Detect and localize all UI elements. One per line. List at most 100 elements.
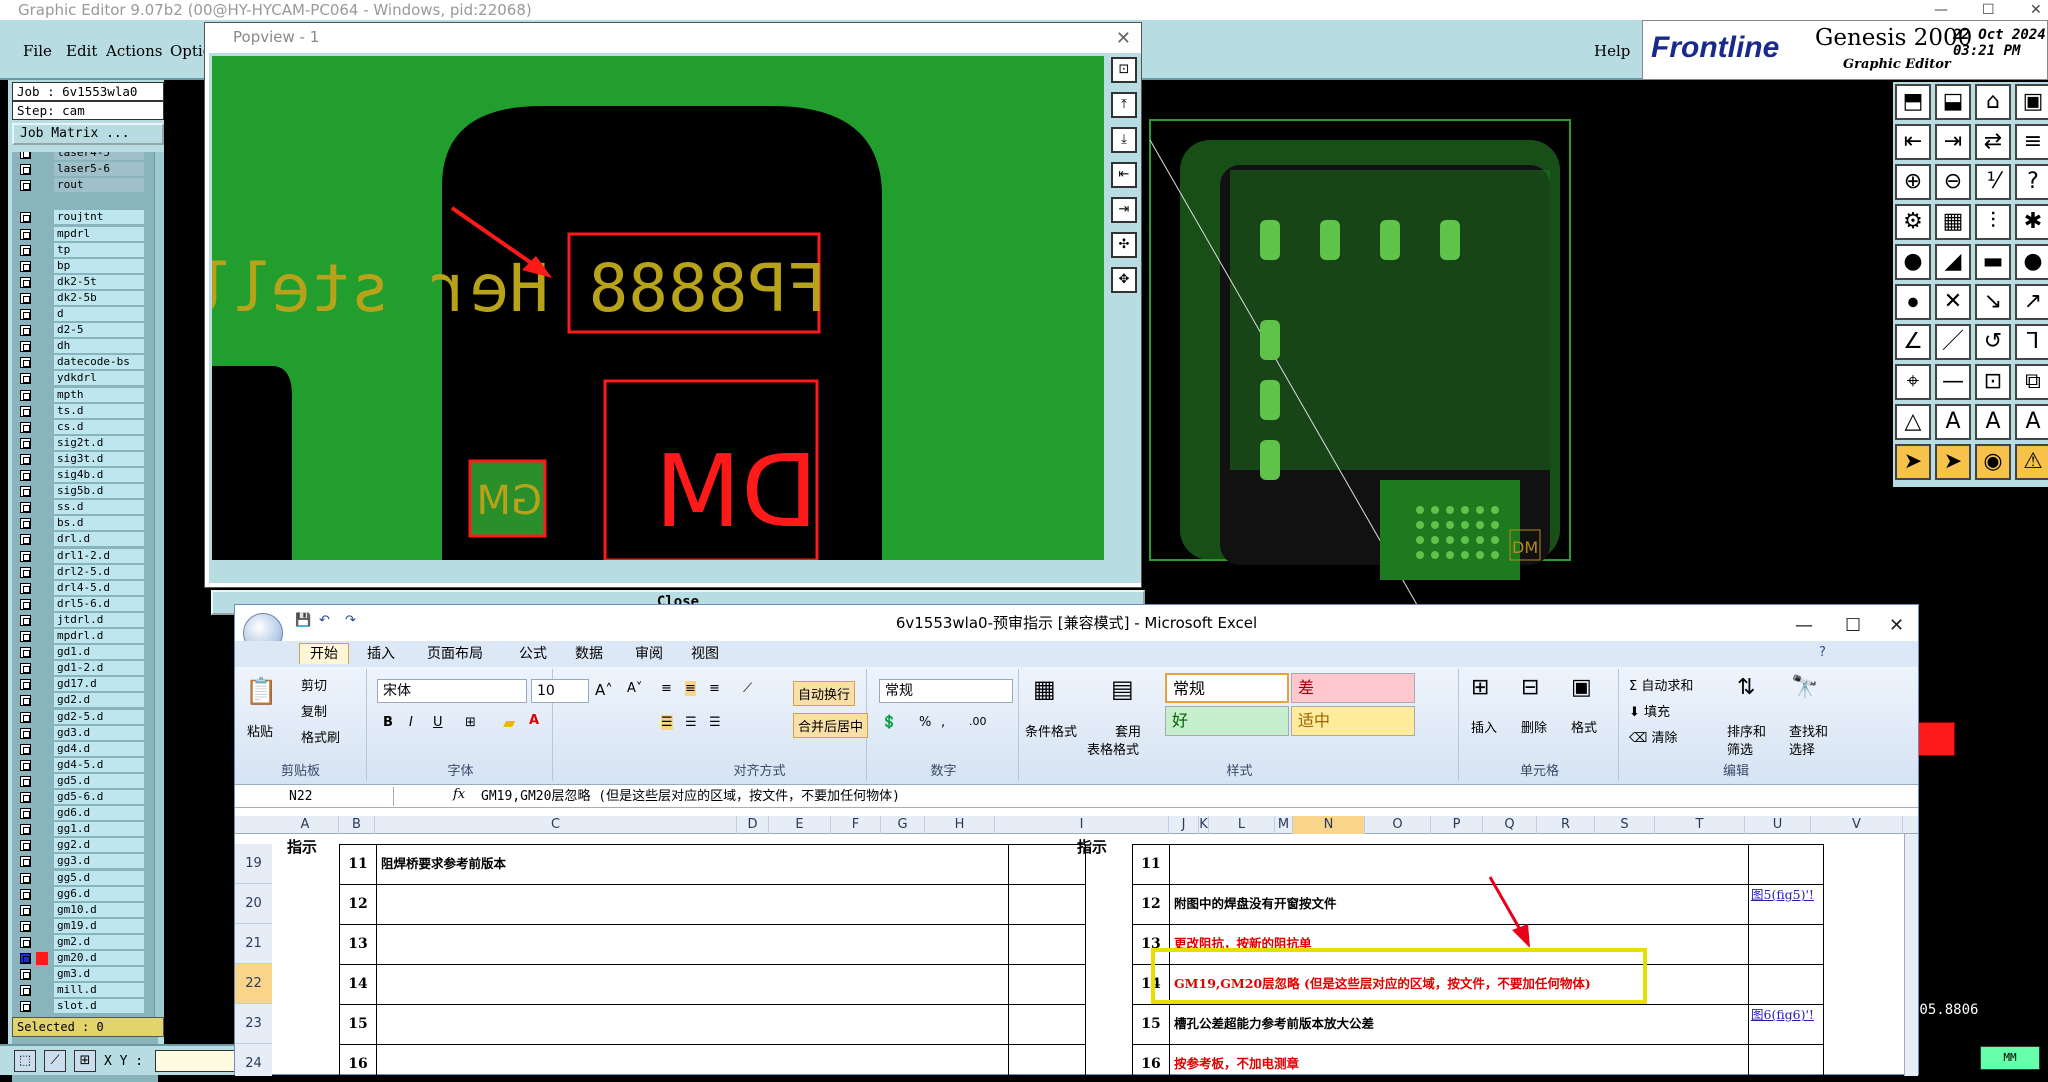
layer-checkbox[interactable]	[20, 936, 31, 948]
column-header[interactable]: D	[737, 816, 769, 834]
paste-icon[interactable]: 📋	[245, 677, 277, 707]
layer-checkbox[interactable]	[20, 518, 31, 530]
grow-font-icon[interactable]: A˄	[595, 681, 613, 699]
layer-name[interactable]: drl1-2.d	[54, 548, 144, 563]
left-item-number[interactable]: 14	[339, 964, 377, 1005]
row-header[interactable]: 22	[235, 964, 272, 1004]
sort-filter-button-line2[interactable]: 筛选	[1727, 739, 1753, 758]
layer-row[interactable]: gd4.d	[12, 741, 152, 757]
wrap-text-button[interactable]: 自动换行	[793, 681, 856, 706]
ribbon-tab[interactable]: 视图	[691, 645, 719, 663]
layer-name[interactable]: dk2-5b	[54, 290, 144, 305]
row-header[interactable]: 23	[235, 1004, 272, 1044]
minimize-icon[interactable]: —	[1795, 608, 1813, 644]
layer-checkbox[interactable]	[20, 888, 31, 900]
tool-11-icon[interactable]: ⅟	[1975, 164, 2011, 200]
align-center-icon[interactable]: ☰	[685, 715, 697, 730]
ribbon-tab[interactable]: 审阅	[635, 645, 663, 663]
layer-name[interactable]: gd2.d	[54, 693, 144, 708]
left-item-number[interactable]: 16	[339, 1044, 377, 1076]
formula-input[interactable]: GM19,GM20层忽略 (但是这些层对应的区域，按文件，不要加任何物体)	[481, 787, 900, 807]
layer-checkbox[interactable]	[20, 309, 31, 320]
layer-checkbox[interactable]	[20, 164, 31, 176]
layer-row[interactable]: cs.d	[12, 419, 152, 435]
tool-33-icon[interactable]: △	[1895, 404, 1931, 440]
maximize-icon[interactable]: ☐	[1845, 608, 1861, 644]
left-item-number[interactable]: 15	[339, 1004, 377, 1045]
copy-button[interactable]: 复制	[301, 701, 327, 720]
left-item-extra[interactable]	[1008, 1004, 1086, 1045]
layer-checkbox[interactable]	[20, 711, 31, 723]
right-item-text[interactable]: 附图中的焊盘没有开窗按文件	[1169, 884, 1749, 925]
layer-row[interactable]: gd4-5.d	[12, 757, 152, 773]
layer-name[interactable]: drl2-5.d	[54, 564, 144, 579]
layer-checkbox[interactable]	[20, 824, 31, 836]
align-left-icon[interactable]: ☰	[661, 715, 673, 730]
tool-19-icon[interactable]: ▬	[1975, 244, 2011, 280]
layer-name[interactable]: drl5-6.d	[54, 596, 144, 611]
tool-40-icon[interactable]: ⚠	[2015, 444, 2048, 480]
right-item-link[interactable]	[1748, 924, 1824, 965]
layer-checkbox[interactable]	[20, 969, 31, 981]
font-size-select[interactable]: 10	[531, 679, 589, 703]
layer-checkbox[interactable]	[20, 1001, 31, 1013]
layer-name[interactable]: mpdrl.d	[54, 629, 144, 643]
left-item-number[interactable]: 13	[339, 924, 377, 965]
measure-tool-icon[interactable]: ⟋	[44, 1050, 66, 1072]
worksheet-grid[interactable]: 指示 指示 19 20 21 22 23 24 11 阻焊桥要求参考前版本 12 13 14 15 16…	[235, 834, 1918, 1076]
tool-8-icon[interactable]: ≡	[2015, 124, 2048, 160]
genesis-graphic-canvas[interactable]: DM	[1120, 80, 1892, 610]
layer-name[interactable]: gd1-2.d	[54, 661, 144, 676]
layer-name[interactable]: slot.d	[54, 999, 144, 1014]
cut-button[interactable]: 剪切	[301, 675, 327, 694]
layer-checkbox[interactable]	[20, 502, 31, 514]
layer-name[interactable]: gd17.d	[54, 677, 144, 692]
layer-name[interactable]: gd5-6.d	[54, 790, 144, 804]
layer-checkbox[interactable]	[20, 695, 31, 707]
layer-row[interactable]: datecode-bs	[12, 355, 152, 370]
layer-checkbox[interactable]	[20, 598, 31, 610]
layer-row[interactable]: gg3.d	[12, 854, 152, 869]
right-item-number[interactable]: 12	[1132, 884, 1170, 925]
layer-row[interactable]: gd6.d	[12, 806, 152, 821]
layer-row[interactable]: gd2.d	[12, 693, 152, 708]
layer-checkbox[interactable]	[20, 985, 31, 997]
layer-name[interactable]: gm19.d	[54, 918, 144, 933]
tool-31-icon[interactable]: ⊡	[1975, 364, 2011, 400]
tool-22-icon[interactable]: ✕	[1935, 284, 1971, 320]
layer-name[interactable]: gd4.d	[54, 741, 144, 756]
close-icon[interactable]: ✕	[1889, 608, 1904, 644]
right-item-text[interactable]: 更改阻抗，按新的阻抗单	[1169, 924, 1749, 965]
align-right-icon[interactable]: ☰	[709, 715, 721, 730]
layer-name[interactable]: laser4-5	[54, 152, 144, 160]
left-item-number[interactable]: 12	[339, 884, 377, 925]
layer-row[interactable]: gg1.d	[12, 822, 152, 837]
layer-row[interactable]: bp	[12, 258, 152, 274]
close-icon[interactable]: ✕	[2030, 0, 2042, 20]
right-item-link[interactable]: 图5(fig5)'!	[1748, 884, 1824, 925]
layer-name[interactable]: gd4-5.d	[54, 757, 144, 772]
row-header[interactable]: 24	[235, 1044, 272, 1076]
table-format-button[interactable]: 套用	[1115, 721, 1141, 740]
close-icon[interactable]: ✕	[1116, 25, 1131, 53]
column-header[interactable]: G	[881, 816, 925, 834]
layer-row[interactable]: dk2-5t	[12, 274, 152, 290]
percent-icon[interactable]: %	[919, 715, 931, 730]
layer-row[interactable]: tp	[12, 242, 152, 258]
column-header[interactable]: R	[1537, 816, 1595, 834]
zoom-out-icon[interactable]: ✣	[1111, 232, 1137, 258]
tool-26-icon[interactable]: ／	[1935, 324, 1971, 360]
layer-checkbox[interactable]	[20, 759, 31, 771]
font-color-icon[interactable]: A	[529, 713, 539, 728]
left-item-text[interactable]	[376, 924, 1009, 965]
column-header[interactable]: U	[1745, 816, 1811, 834]
left-item-extra[interactable]	[1008, 924, 1086, 965]
layer-checkbox[interactable]	[20, 276, 31, 288]
delete-cells-button[interactable]: 删除	[1521, 717, 1547, 736]
layer-row[interactable]: gg5.d	[12, 870, 152, 886]
tool-12-icon[interactable]: ?	[2015, 164, 2048, 200]
row-header[interactable]: 19	[235, 844, 272, 884]
column-header[interactable]: H	[925, 816, 995, 834]
layer-row[interactable]: sig4b.d	[12, 468, 152, 483]
tool-3-icon[interactable]: ⌂	[1975, 84, 2011, 120]
